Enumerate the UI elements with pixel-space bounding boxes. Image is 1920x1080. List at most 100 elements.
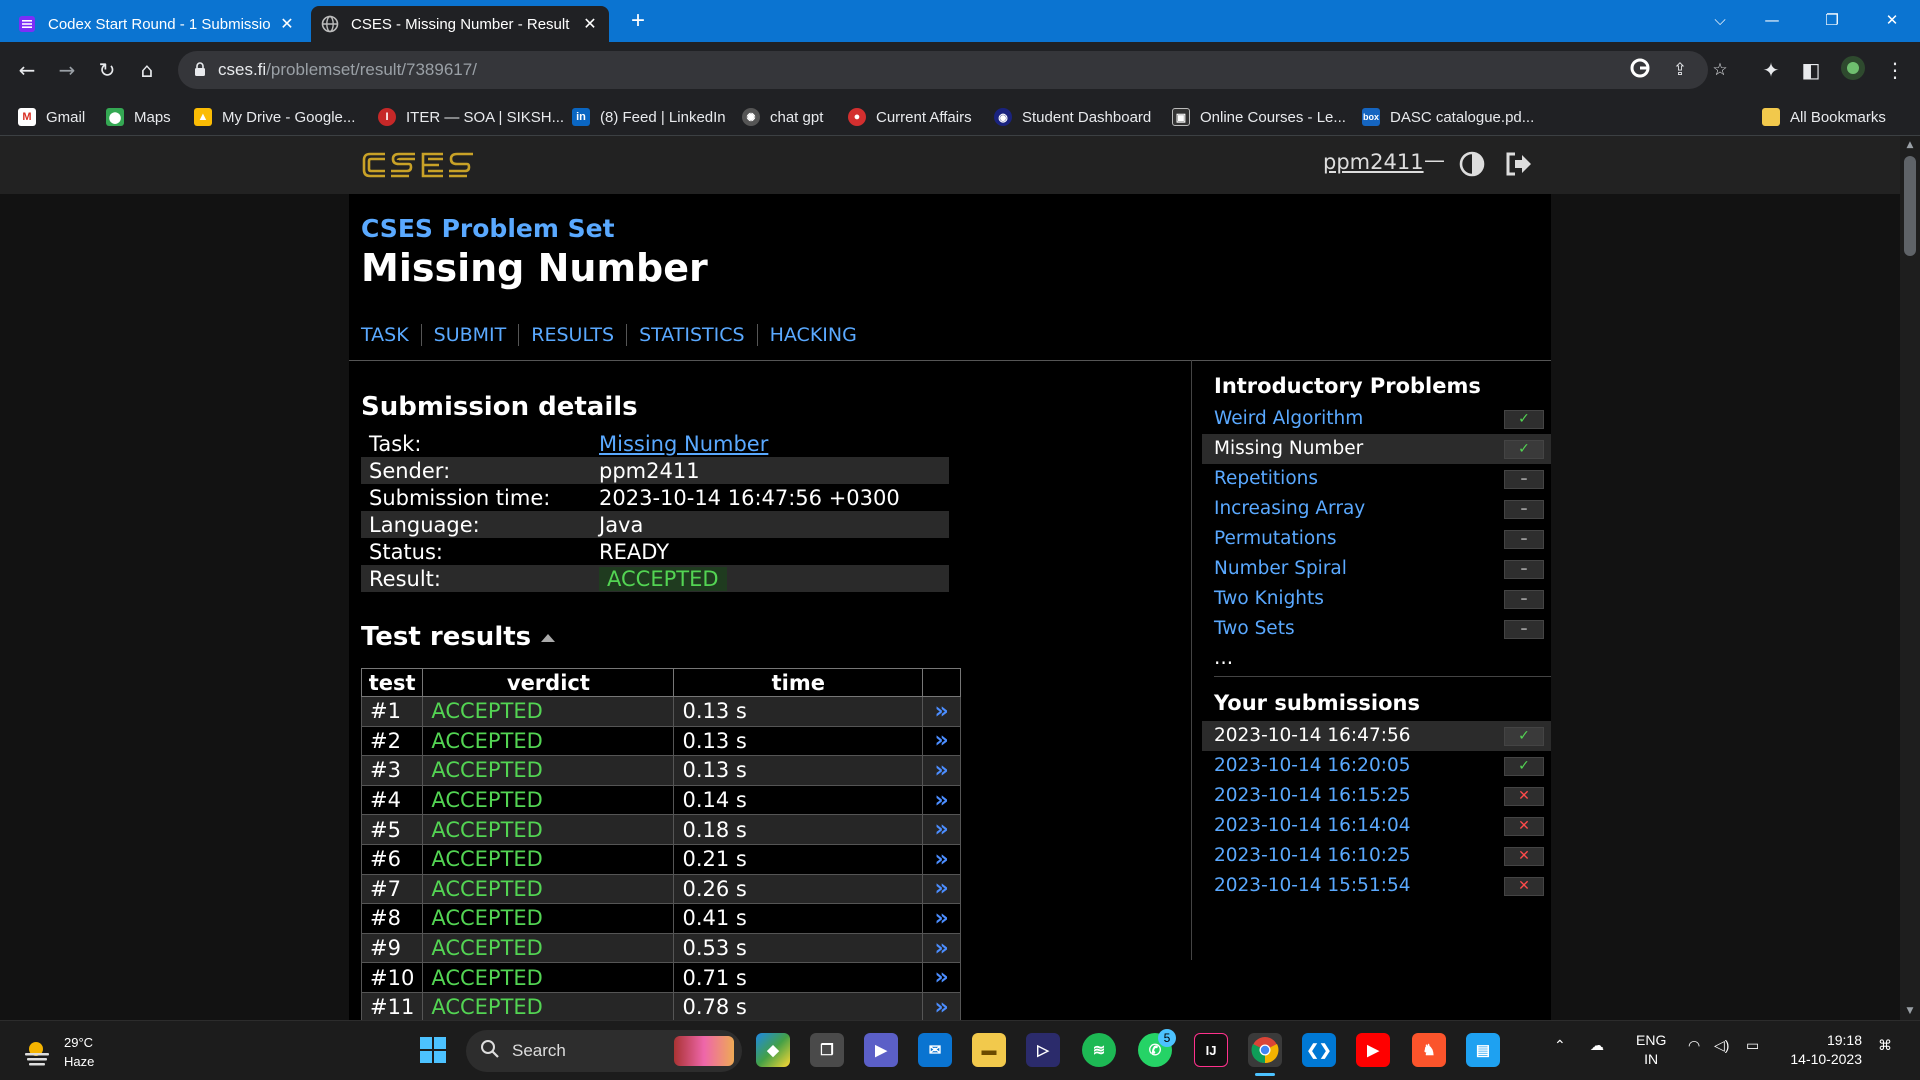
view-test-icon[interactable]: » (922, 814, 961, 845)
tray-overflow-icon[interactable]: ⌃ (1554, 1037, 1566, 1054)
bookmark-linkedin[interactable]: in (8) Feed | LinkedIn (572, 106, 726, 128)
address-bar[interactable]: cses.fi/problemset/result/7389617/ ⇪ ☆ (178, 51, 1728, 89)
mail-icon[interactable]: ✉ (918, 1033, 952, 1067)
sidebar-submission-item[interactable]: 2023-10-14 16:20:05 ✓ (1202, 751, 1551, 781)
scroll-up-icon[interactable]: ▲ (1905, 140, 1915, 150)
view-test-icon[interactable]: » (922, 843, 961, 875)
spotify-icon[interactable]: ≋ (1082, 1033, 1116, 1067)
sidebar-problem-item[interactable]: Increasing Array – (1202, 494, 1551, 524)
taskbar-search[interactable]: Search (466, 1030, 742, 1072)
notepad-icon[interactable]: ▤ (1466, 1033, 1500, 1067)
scrollbar-thumb[interactable] (1904, 156, 1916, 256)
bookmark-iter[interactable]: I ITER — SOA | SIKSH... (378, 106, 564, 128)
task-link[interactable]: Missing Number (599, 432, 768, 456)
tab-codex[interactable]: Codex Start Round - 1 Submissio ✕ (8, 6, 306, 42)
page-scrollbar[interactable]: ▲ ▼ (1900, 136, 1920, 1020)
username-link[interactable]: ppm2411 (1323, 150, 1424, 174)
theme-toggle-icon[interactable] (1458, 150, 1486, 182)
start-button[interactable] (416, 1033, 450, 1067)
view-test-icon[interactable]: » (922, 962, 961, 993)
language-indicator[interactable]: ENG IN (1636, 1031, 1666, 1069)
media-icon[interactable]: ▷ (1026, 1033, 1060, 1067)
test-results-toggle[interactable]: Test results (361, 622, 556, 652)
view-test-icon[interactable]: » (922, 932, 961, 964)
tab-cses[interactable]: CSES - Missing Number - Result ✕ (311, 6, 609, 42)
restore-button[interactable]: ❐ (1812, 0, 1852, 42)
back-icon[interactable]: ← (12, 55, 42, 85)
bookmark-all-bookmarks[interactable]: All Bookmarks (1762, 106, 1886, 128)
sidebar-problem-item[interactable]: Number Spiral – (1202, 554, 1551, 584)
weather-widget[interactable]: 29°C Haze (22, 1033, 94, 1071)
minimize-button[interactable]: — (1752, 0, 1792, 42)
chrome-icon[interactable] (1248, 1033, 1282, 1067)
sidebar-submission-item[interactable]: 2023-10-14 16:14:04 ✕ (1202, 811, 1551, 841)
copilot-icon[interactable]: ◆ (756, 1033, 790, 1067)
tab-task[interactable]: TASK (361, 324, 421, 346)
test-verdict: ACCEPTED (422, 962, 675, 993)
sidebar-submission-item[interactable]: 2023-10-14 15:51:54 ✕ (1202, 871, 1551, 901)
task-view-icon[interactable]: ❒ (810, 1033, 844, 1067)
bookmark-student-dashboard[interactable]: ◉ Student Dashboard (994, 106, 1151, 128)
cses-logo[interactable] (361, 149, 477, 185)
tab-hacking[interactable]: HACKING (756, 324, 869, 346)
clock[interactable]: 19:18 14-10-2023 (1784, 1031, 1862, 1069)
brave-icon[interactable]: ♞ (1412, 1033, 1446, 1067)
tab-search-icon[interactable]: ⌵ (1700, 0, 1740, 42)
google-lens-icon[interactable] (1628, 58, 1652, 82)
tab-statistics[interactable]: STATISTICS (626, 324, 757, 346)
sidebar-problem-item[interactable]: Weird Algorithm ✓ (1202, 404, 1551, 434)
bookmark-online-courses[interactable]: ▣ Online Courses - Le... (1172, 106, 1346, 128)
sidebar-problem-item[interactable]: Permutations – (1202, 524, 1551, 554)
sidebar-problem-item[interactable]: Two Sets – (1202, 614, 1551, 644)
table-row: #4 ACCEPTED 0.14 s» (360, 784, 961, 816)
notifications-icon[interactable]: ⌘ (1878, 1037, 1892, 1054)
share-icon[interactable]: ⇪ (1668, 58, 1692, 82)
problem-set-link[interactable]: CSES Problem Set (361, 214, 615, 243)
battery-icon[interactable]: ▭ (1746, 1037, 1759, 1054)
vscode-icon[interactable]: ❮❯ (1302, 1033, 1336, 1067)
bookmark-dasc[interactable]: box DASC catalogue.pd... (1362, 106, 1534, 128)
sidebar-submission-item[interactable]: 2023-10-14 16:10:25 ✕ (1202, 841, 1551, 871)
bookmark-current-affairs[interactable]: ● Current Affairs (848, 106, 972, 128)
bookmark-gmail[interactable]: M Gmail (18, 106, 85, 128)
tab-submit[interactable]: SUBMIT (420, 324, 519, 346)
tab-results[interactable]: RESULTS (518, 324, 626, 346)
view-test-icon[interactable]: » (922, 784, 961, 816)
sidebar-problem-item[interactable]: Missing Number ✓ (1202, 434, 1551, 464)
sidebar-problem-item[interactable]: Two Knights – (1202, 584, 1551, 614)
menu-icon[interactable]: ⋮ (1880, 55, 1910, 85)
new-tab-button[interactable]: + (624, 8, 652, 36)
view-test-icon[interactable]: » (922, 725, 961, 757)
close-tab-icon[interactable]: ✕ (581, 14, 599, 34)
view-test-icon[interactable]: » (922, 991, 961, 1020)
home-icon[interactable]: ⌂ (132, 55, 162, 85)
sidebar-submission-item[interactable]: 2023-10-14 16:15:25 ✕ (1202, 781, 1551, 811)
view-test-icon[interactable]: » (922, 873, 961, 905)
forward-icon[interactable]: → (52, 55, 82, 85)
view-test-icon[interactable]: » (922, 696, 961, 727)
file-explorer-icon[interactable]: ▬ (972, 1033, 1006, 1067)
close-window-button[interactable]: ✕ (1872, 0, 1912, 42)
bookmark-star-icon[interactable]: ☆ (1708, 58, 1732, 82)
close-tab-icon[interactable]: ✕ (278, 14, 296, 34)
extensions-icon[interactable]: ✦ (1756, 55, 1786, 85)
wifi-icon[interactable]: ◠ (1688, 1037, 1700, 1054)
intellij-icon[interactable]: IJ (1194, 1033, 1228, 1067)
view-test-icon[interactable]: » (922, 755, 961, 786)
bookmark-maps[interactable]: ⬤ Maps (106, 106, 171, 128)
bookmark-chatgpt[interactable]: ✺ chat gpt (742, 106, 823, 128)
teams-icon[interactable]: ▶ (864, 1033, 898, 1067)
scroll-down-icon[interactable]: ▼ (1905, 1006, 1915, 1016)
reload-icon[interactable]: ↻ (92, 55, 122, 85)
youtube-icon[interactable]: ▶ (1356, 1033, 1390, 1067)
sidebar-problem-item[interactable]: Repetitions – (1202, 464, 1551, 494)
onedrive-icon[interactable]: ☁ (1590, 1037, 1604, 1054)
side-panel-icon[interactable]: ◧ (1796, 55, 1826, 85)
logout-icon[interactable] (1503, 150, 1533, 182)
more-problems[interactable]: ... (1202, 644, 1551, 674)
volume-icon[interactable]: ◁) (1714, 1037, 1729, 1054)
bookmark-drive[interactable]: ▲ My Drive - Google... (194, 106, 355, 128)
profile-avatar[interactable] (1838, 55, 1868, 85)
view-test-icon[interactable]: » (922, 903, 961, 934)
sidebar-submission-item[interactable]: 2023-10-14 16:47:56 ✓ (1202, 721, 1551, 751)
